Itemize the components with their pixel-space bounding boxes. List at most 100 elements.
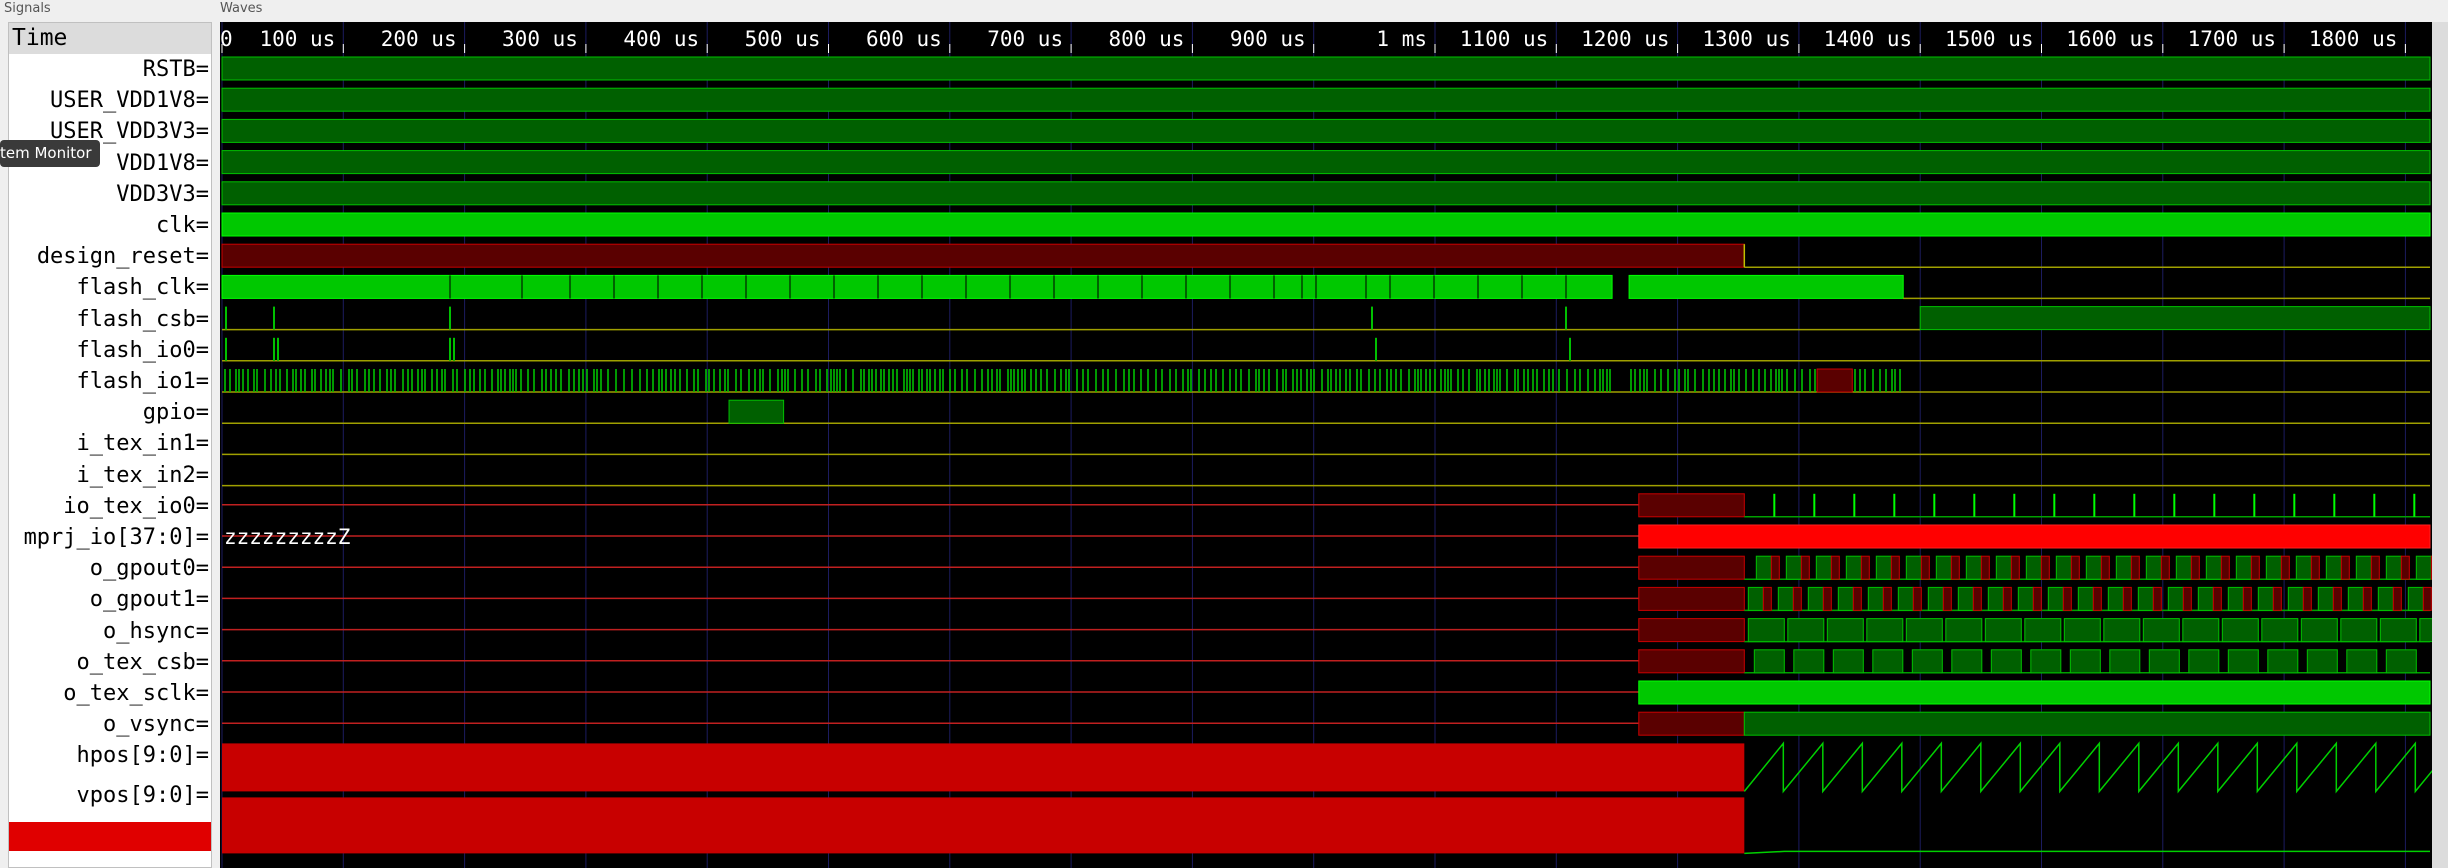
sync-pulse [2221, 618, 2259, 643]
sync-pulse [1793, 649, 1825, 674]
waveform-canvas[interactable]: 0 100 us 200 us 300 us 400 us 500 us 600 us 700… [220, 22, 2432, 868]
signal-name[interactable]: vpos[9:0]= [77, 780, 209, 811]
signal-name[interactable]: io_tex_io0= [63, 491, 209, 522]
selected-signal-row[interactable] [9, 822, 211, 851]
gpout-pulse [2407, 586, 2424, 611]
gpout-pulse [2257, 586, 2274, 611]
waves-pane[interactable]: 0 100 us 200 us 300 us 400 us 500 us 600 us 700… [220, 22, 2432, 868]
x-block [1638, 555, 1745, 580]
gpout-x [1792, 586, 1802, 611]
gpout-pulse [2085, 555, 2102, 580]
signal-name[interactable]: flash_clk= [77, 272, 209, 303]
supply-high [221, 56, 2431, 81]
signal-name[interactable]: o_hsync= [103, 616, 209, 647]
sync-pulse [2379, 618, 2417, 643]
gpout-x [2002, 586, 2012, 611]
gpout-x [2272, 586, 2282, 611]
gpout-x [1822, 586, 1832, 611]
time-tick-label: 700 us [987, 27, 1063, 51]
sync-pulse [1866, 618, 1904, 643]
signal-name[interactable]: o_vsync= [103, 709, 209, 740]
signal-name[interactable]: i_tex_in2= [77, 460, 209, 491]
gpout-x [1882, 586, 1892, 611]
gpout-pulse [2167, 586, 2184, 611]
time-tick-label: 100 us [259, 27, 335, 51]
gpout-x [2010, 555, 2020, 580]
sync-pulse [2340, 618, 2378, 643]
sync-pulse [1826, 618, 1864, 643]
gpout-pulse [2047, 586, 2064, 611]
gpout-pulse [2145, 555, 2162, 580]
sync-pulse [2109, 649, 2141, 674]
signal-name[interactable]: flash_io1= [77, 366, 209, 397]
gpout-x [2340, 555, 2350, 580]
sync-pulse [2227, 649, 2259, 674]
gpout-x [2370, 555, 2380, 580]
signal-name[interactable]: flash_io0= [77, 335, 209, 366]
time-tick-label: 1800 us [2309, 27, 2398, 51]
signal-name[interactable]: clk= [156, 210, 209, 241]
supply-high [221, 150, 2431, 175]
gpout-pulse [2025, 555, 2042, 580]
time-tick-label: 400 us [623, 27, 699, 51]
design-reset-x [221, 243, 1745, 268]
signal-name[interactable]: RSTB= [143, 54, 209, 85]
gpout-x [2032, 586, 2042, 611]
x-block [1638, 493, 1745, 518]
gpout-pulse [1927, 586, 1944, 611]
flash-clk-burst [221, 274, 1613, 299]
gpout-pulse [1807, 586, 1824, 611]
time-tick-label: 1200 us [1581, 27, 1670, 51]
sync-pulse [2300, 618, 2338, 643]
signal-name[interactable]: hpos[9:0]= [77, 740, 209, 771]
signal-name[interactable]: o_tex_csb= [77, 647, 209, 678]
gpout-pulse [1995, 555, 2012, 580]
x-block [1638, 711, 1745, 736]
gpout-x [1890, 555, 1900, 580]
clk-wave [221, 212, 2431, 237]
signal-name[interactable]: i_tex_in1= [77, 428, 209, 459]
mprj-io-value: zzzzzzzzzZ [224, 525, 350, 549]
gpout-x [1830, 555, 1840, 580]
vertical-scrollbar[interactable] [2432, 22, 2448, 868]
time-tick-label: 600 us [866, 27, 942, 51]
time-tick-label: 900 us [1230, 27, 1306, 51]
sync-pulse [1747, 618, 1785, 643]
gpout-pulse [2137, 586, 2154, 611]
gpout-x [2122, 586, 2132, 611]
sync-pulse [1945, 618, 1983, 643]
signal-name[interactable]: o_gpout1= [90, 584, 209, 615]
gpout-x [2362, 586, 2372, 611]
gpout-x [2062, 586, 2072, 611]
gpout-pulse [2317, 586, 2334, 611]
signal-name[interactable]: design_reset= [37, 241, 209, 272]
gpout-pulse [2197, 586, 2214, 611]
gpout-x [2152, 586, 2162, 611]
sync-pulse [2346, 649, 2378, 674]
signal-name[interactable]: mprj_io[37:0]= [24, 522, 209, 553]
sync-pulse [2188, 649, 2220, 674]
gpout-pulse [1935, 555, 1952, 580]
gpout-x [2160, 555, 2170, 580]
signal-name[interactable]: o_tex_sclk= [63, 678, 209, 709]
signal-name[interactable]: VDD1V8= [116, 148, 209, 179]
gpout-pulse [1837, 586, 1854, 611]
gpout-pulse [1897, 586, 1914, 611]
sync-pulse [1787, 618, 1825, 643]
sync-pulse [2030, 649, 2062, 674]
gpout-x [2070, 555, 2080, 580]
sync-pulse [2385, 649, 2417, 674]
signal-name[interactable]: flash_csb= [77, 304, 209, 335]
gpout-x [1852, 586, 1862, 611]
signal-name[interactable]: USER_VDD1V8= [50, 85, 209, 116]
gpout-x [2310, 555, 2320, 580]
sync-pulse [2267, 649, 2299, 674]
tex-sclk-wave [1638, 680, 2431, 705]
sync-pulse [2069, 649, 2101, 674]
signal-name[interactable]: gpio= [143, 397, 209, 428]
signal-name[interactable]: VDD3V3= [116, 179, 209, 210]
gpout-pulse [2355, 555, 2372, 580]
sync-pulse [1990, 649, 2022, 674]
time-tick-label: 1 ms [1376, 27, 1427, 51]
signal-name[interactable]: o_gpout0= [90, 553, 209, 584]
